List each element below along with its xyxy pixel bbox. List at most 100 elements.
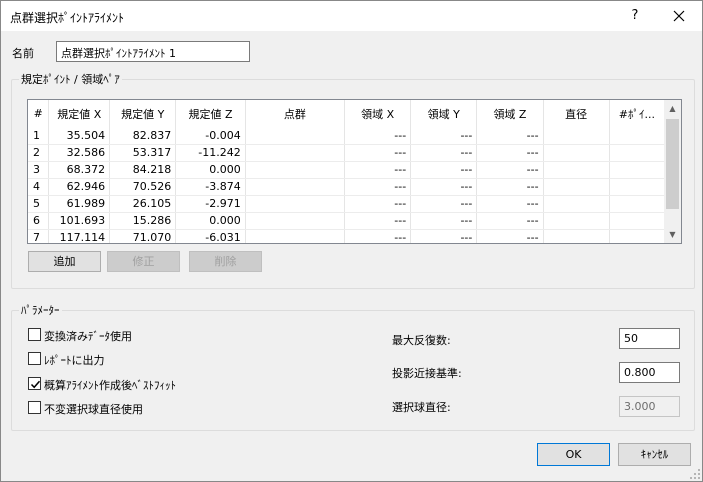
max-iterations-field[interactable]: 50 (619, 328, 680, 349)
col-header-region-x[interactable]: 領域 X (344, 100, 412, 127)
constant-sphere-diameter-label: 不変選択球直径使用 (44, 403, 143, 416)
table-header: # 規定値 X 規定値 Y 規定値 Z 点群 領域 X 領域 Y 領域 Z 直径… (28, 100, 666, 127)
cancel-button[interactable]: ｷｬﾝｾﾙ (618, 443, 691, 466)
col-header-diameter[interactable]: 直径 (543, 100, 610, 127)
cell-region-z: --- (476, 229, 544, 243)
add-button[interactable]: 追加 (28, 251, 101, 272)
use-transformed-data-label: 変換済みﾃﾞｰﾀ使用 (44, 330, 132, 343)
cell-nominal-y: 71.070 (109, 229, 177, 243)
col-header-nominal-x[interactable]: 規定値 X (48, 100, 111, 127)
cell-nominal-z: -3.874 (175, 178, 246, 196)
cell-point-count (609, 195, 666, 213)
use-transformed-data-checkbox[interactable] (28, 328, 41, 341)
cell-region-y: --- (410, 229, 478, 243)
ok-button[interactable]: OK (537, 443, 610, 466)
cell-nominal-x: 61.989 (48, 195, 111, 213)
help-button[interactable]: ? (623, 5, 647, 27)
col-header-region-z[interactable]: 領域 Z (476, 100, 544, 127)
cell-diameter (543, 161, 610, 179)
cell-region-y: --- (410, 212, 478, 230)
cell-index: 5 (28, 195, 50, 213)
cell-region-x: --- (344, 144, 412, 162)
cell-nominal-z: -2.971 (175, 195, 246, 213)
cell-region-x: --- (344, 127, 412, 145)
sphere-diameter-label: 選択球直径: (392, 401, 451, 414)
name-field[interactable]: 点群選択ﾎﾟｲﾝﾄｱﾗｲﾒﾝﾄ 1 (56, 41, 250, 62)
cell-point-cloud (245, 229, 346, 243)
cell-nominal-z: 0.000 (175, 161, 246, 179)
cell-index: 2 (28, 144, 50, 162)
table-scrollbar[interactable]: ▲ ▼ (664, 100, 681, 243)
points-table[interactable]: # 規定値 X 規定値 Y 規定値 Z 点群 領域 X 領域 Y 領域 Z 直径… (27, 99, 682, 244)
checkmark-icon (30, 380, 41, 389)
cell-diameter (543, 212, 610, 230)
table-row[interactable]: 4 62.946 70.526 -3.874 --- --- --- (28, 178, 666, 196)
scroll-thumb[interactable] (666, 119, 679, 209)
table-row[interactable]: 1 35.504 82.837 -0.004 --- --- --- (28, 127, 666, 145)
cell-nominal-z: -6.031 (175, 229, 246, 243)
cell-nominal-x: 68.372 (48, 161, 111, 179)
close-button[interactable] (659, 4, 699, 28)
scroll-up-icon[interactable]: ▲ (664, 100, 681, 117)
col-header-region-y[interactable]: 領域 Y (410, 100, 478, 127)
sphere-diameter-field[interactable]: 3.000 (619, 396, 680, 417)
max-iterations-label: 最大反復数: (392, 334, 451, 347)
projection-tolerance-field[interactable]: 0.800 (619, 362, 680, 383)
cell-region-x: --- (344, 212, 412, 230)
cell-region-y: --- (410, 178, 478, 196)
cell-nominal-z: 0.000 (175, 212, 246, 230)
table-row[interactable]: 5 61.989 26.105 -2.971 --- --- --- (28, 195, 666, 213)
cell-diameter (543, 229, 610, 243)
cell-index: 7 (28, 229, 50, 243)
projection-tolerance-label: 投影近接基準: (392, 367, 462, 380)
cell-region-z: --- (476, 178, 544, 196)
cell-point-cloud (245, 178, 346, 196)
table-row[interactable]: 7 117.114 71.070 -6.031 --- --- --- (28, 229, 666, 243)
cell-diameter (543, 144, 610, 162)
cell-diameter (543, 127, 610, 145)
cell-region-y: --- (410, 161, 478, 179)
cell-point-cloud (245, 161, 346, 179)
cell-nominal-x: 117.114 (48, 229, 111, 243)
cell-diameter (543, 195, 610, 213)
points-group-title: 規定ﾎﾟｲﾝﾄ / 領域ﾍﾟｱ (19, 71, 122, 87)
col-header-index[interactable]: # (28, 100, 50, 127)
cell-nominal-y: 53.317 (109, 144, 177, 162)
best-fit-after-alignment-checkbox[interactable] (28, 377, 41, 390)
cell-point-cloud (245, 195, 346, 213)
col-header-point-cloud[interactable]: 点群 (245, 100, 346, 127)
table-row[interactable]: 6 101.693 15.286 0.000 --- --- --- (28, 212, 666, 230)
cell-region-y: --- (410, 144, 478, 162)
cell-index: 1 (28, 127, 50, 145)
output-to-report-checkbox[interactable] (28, 352, 41, 365)
cell-nominal-y: 26.105 (109, 195, 177, 213)
window-title: 点群選択ﾎﾟｲﾝﾄｱﾗｲﾒﾝﾄ (10, 11, 125, 25)
cell-region-x: --- (344, 229, 412, 243)
cell-nominal-y: 82.837 (109, 127, 177, 145)
cell-point-count (609, 144, 666, 162)
cell-point-cloud (245, 127, 346, 145)
cell-diameter (543, 178, 610, 196)
output-to-report-label: ﾚﾎﾟｰﾄに出力 (44, 354, 105, 367)
col-header-nominal-z[interactable]: 規定値 Z (175, 100, 246, 127)
scroll-down-icon[interactable]: ▼ (664, 226, 681, 243)
cell-region-y: --- (410, 127, 478, 145)
resize-grip-icon[interactable] (690, 469, 700, 479)
dialog-window: 点群選択ﾎﾟｲﾝﾄｱﾗｲﾒﾝﾄ ? 名前 点群選択ﾎﾟｲﾝﾄｱﾗｲﾒﾝﾄ 1 規… (0, 0, 703, 482)
cell-region-z: --- (476, 127, 544, 145)
edit-button[interactable]: 修正 (107, 251, 180, 272)
cell-point-count (609, 229, 666, 243)
table-row[interactable]: 3 68.372 84.218 0.000 --- --- --- (28, 161, 666, 179)
cell-index: 6 (28, 212, 50, 230)
cell-point-count (609, 127, 666, 145)
col-header-nominal-y[interactable]: 規定値 Y (109, 100, 177, 127)
constant-sphere-diameter-checkbox[interactable] (28, 401, 41, 414)
col-header-point-count[interactable]: #ﾎﾟｲ... (609, 100, 666, 127)
cell-region-z: --- (476, 195, 544, 213)
cell-point-count (609, 161, 666, 179)
table-row[interactable]: 2 32.586 53.317 -11.242 --- --- --- (28, 144, 666, 162)
cell-region-x: --- (344, 178, 412, 196)
cell-region-x: --- (344, 195, 412, 213)
cell-nominal-y: 70.526 (109, 178, 177, 196)
delete-button[interactable]: 削除 (189, 251, 262, 272)
